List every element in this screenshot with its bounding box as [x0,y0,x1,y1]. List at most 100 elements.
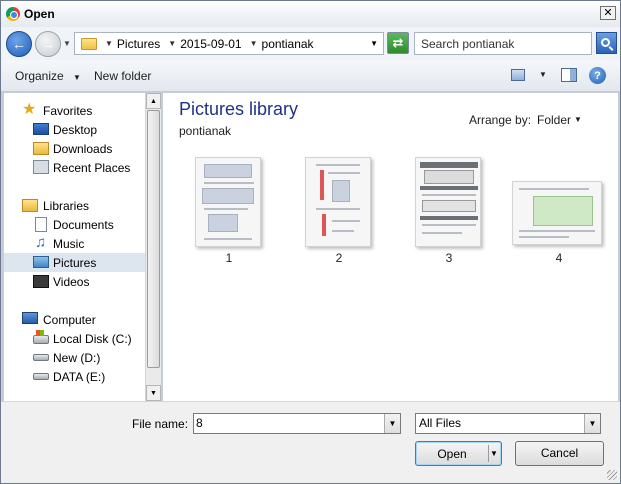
library-subtitle: pontianak [179,124,232,138]
nav-favorites-label: Favorites [43,103,93,118]
file-name-dropdown-icon[interactable]: ▼ [384,414,400,433]
nav-libraries[interactable]: Libraries [4,196,145,215]
nav-desktop[interactable]: Desktop [4,120,145,139]
command-bar: Organize ▼ New folder ▼ ? [1,60,620,92]
file-thumbnail [512,181,602,245]
nav-documents[interactable]: Documents [4,215,145,234]
file-thumbnail [415,157,481,247]
chevron-down-icon[interactable]: ▼ [168,39,176,48]
nav-recent-places-label: Recent Places [53,160,131,175]
nav-music[interactable]: ♫ Music [4,234,145,253]
organize-menu[interactable]: Organize ▼ [15,69,81,83]
file-item[interactable]: 1 [184,155,274,265]
file-name: 4 [555,251,563,265]
chrome-app-icon [6,7,20,21]
file-name-input[interactable]: 8 [193,413,401,434]
file-item[interactable]: 4 [512,155,604,265]
drive-icon [33,373,49,380]
preview-pane-icon[interactable] [561,68,577,82]
resize-grip-icon[interactable] [607,470,617,480]
search-icon[interactable] [596,32,617,54]
nav-computer-label: Computer [43,312,96,327]
folder-icon [81,37,97,50]
search-input[interactable]: Search pontianak [414,32,592,55]
music-icon: ♫ [35,234,47,251]
open-options-chevron-icon[interactable]: ▼ [490,449,498,458]
help-icon[interactable]: ? [589,67,606,84]
chevron-down-icon: ▼ [73,73,81,82]
nav-pictures-label: Pictures [53,255,97,270]
nav-local-disk-c-label: Local Disk (C:) [53,331,132,346]
title-bar: Open ✕ [1,1,620,27]
new-folder-button[interactable]: New folder [94,69,151,83]
back-button[interactable]: ← [6,31,32,57]
nav-local-disk-c[interactable]: Local Disk (C:) [4,329,145,348]
navigation-scrollbar[interactable]: ▲ ▼ [145,93,161,401]
star-icon: ★ [22,101,37,118]
nav-videos[interactable]: Videos [4,272,145,291]
nav-new-d[interactable]: New (D:) [4,348,145,367]
refresh-button[interactable]: ⇄ [387,32,409,54]
file-type-dropdown-icon[interactable]: ▼ [584,414,600,433]
open-button-label: Open [437,447,467,461]
file-thumbnail [195,157,261,247]
downloads-icon [33,142,49,155]
file-name-label: File name: [132,417,189,431]
chevron-down-icon[interactable]: ▼ [574,115,582,124]
libraries-icon [22,199,38,212]
change-view-icon[interactable] [511,69,525,81]
computer-icon [22,312,38,324]
nav-data-e[interactable]: DATA (E:) [4,367,145,386]
file-thumbnail [305,157,371,247]
desktop-icon [33,123,49,135]
nav-recent-places[interactable]: Recent Places [4,158,145,177]
documents-icon [35,217,47,232]
breadcrumb-pontianak[interactable]: pontianak [262,37,314,51]
library-title: Pictures library [179,99,299,119]
chevron-down-icon[interactable]: ▼ [105,39,113,48]
pictures-icon [33,256,49,268]
scroll-down-arrow-icon[interactable]: ▼ [146,385,161,401]
split-divider [488,445,489,462]
scrollbar-thumb[interactable] [147,110,160,368]
drive-icon [33,354,49,361]
recent-places-icon [33,160,49,174]
nav-videos-label: Videos [53,274,90,289]
breadcrumb-date-folder[interactable]: 2015-09-01 [180,37,241,51]
close-button[interactable]: ✕ [600,6,616,20]
nav-desktop-label: Desktop [53,122,98,137]
file-name: 2 [335,251,343,265]
scroll-up-arrow-icon[interactable]: ▲ [146,93,161,109]
recent-locations-dropdown[interactable]: ▼ [63,39,71,48]
file-type-select[interactable]: All Files [415,413,601,434]
nav-documents-label: Documents [53,217,114,232]
file-name: 1 [225,251,233,265]
address-row: ← → ▼ ▼ Pictures ▼ 2015-09-01 ▼ pontiana… [1,27,620,60]
nav-new-d-label: New (D:) [53,350,101,365]
address-bar[interactable]: ▼ Pictures ▼ 2015-09-01 ▼ pontianak ▼ [74,32,384,55]
file-item[interactable]: 3 [404,155,494,265]
nav-libraries-label: Libraries [43,198,90,213]
dialog-footer: File name: 8 ▼ All Files ▼ Open ▼ Cancel [1,401,620,483]
file-name: 3 [445,251,453,265]
nav-computer[interactable]: Computer [4,310,145,329]
nav-downloads[interactable]: Downloads [4,139,145,158]
file-list-pane: Pictures library pontianak Arrange by: F… [163,93,618,401]
nav-downloads-label: Downloads [53,141,113,156]
open-button[interactable]: Open ▼ [415,441,502,466]
forward-button[interactable]: → [35,31,61,57]
breadcrumb-pictures[interactable]: Pictures [117,37,160,51]
system-drive-icon [33,330,49,344]
arrange-by-label: Arrange by: [469,113,532,127]
navigation-pane: ★ Favorites Desktop Downloads Recent Pla… [4,93,145,401]
nav-favorites[interactable]: ★ Favorites [4,101,145,120]
nav-music-label: Music [53,236,85,251]
view-options-dropdown[interactable]: ▼ [539,70,547,79]
cancel-button[interactable]: Cancel [515,441,604,466]
address-dropdown-icon[interactable]: ▼ [370,39,378,48]
organize-label: Organize [15,69,64,83]
nav-pictures[interactable]: Pictures [4,253,145,272]
chevron-down-icon[interactable]: ▼ [250,39,258,48]
file-item[interactable]: 2 [294,155,384,265]
arrange-by-dropdown[interactable]: Folder [537,113,571,127]
